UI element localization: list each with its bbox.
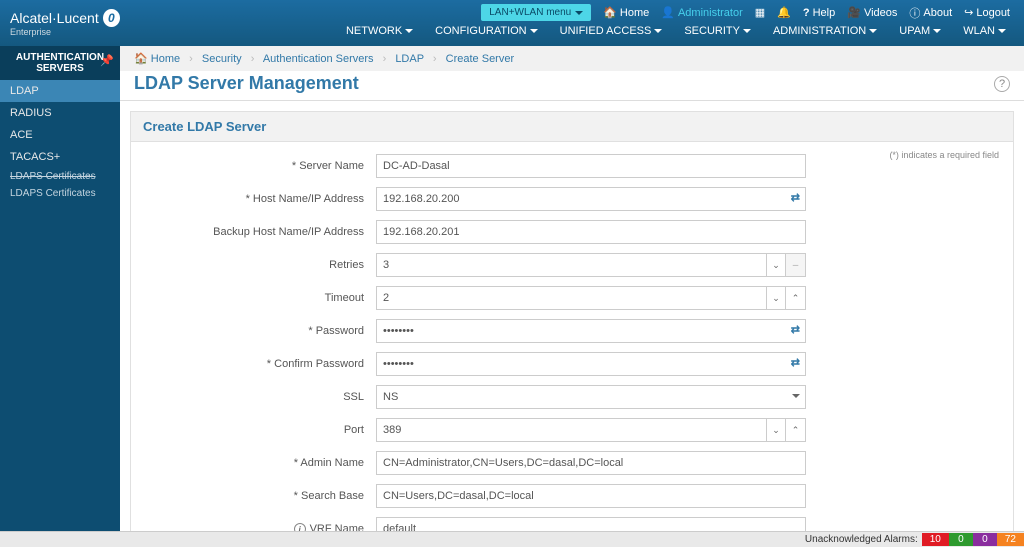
timeout-down[interactable]: ⌄ — [766, 286, 786, 310]
sidebar-item-tacacs[interactable]: TACACS+ — [0, 146, 120, 168]
label-retries: Retries — [151, 259, 376, 271]
confirm-password-toggle-icon[interactable]: ⇄ — [791, 356, 800, 369]
menu-wlan[interactable]: WLAN — [963, 25, 1006, 37]
info-icon[interactable]: i — [294, 523, 306, 531]
home-link[interactable]: 🏠Home — [603, 6, 649, 19]
input-retries[interactable] — [376, 253, 766, 277]
crumb-create-server: Create Server — [446, 53, 514, 65]
input-confirm-password[interactable] — [376, 352, 806, 376]
label-search-base: * Search Base — [151, 490, 376, 502]
label-host: * Host Name/IP Address — [151, 193, 376, 205]
info-icon: ⓘ — [909, 5, 920, 21]
page-title: LDAP Server Management — [134, 73, 359, 94]
help-link[interactable]: ?Help — [803, 7, 835, 19]
create-ldap-panel: Create LDAP Server (*) indicates a requi… — [130, 111, 1014, 531]
retries-dash: – — [786, 253, 806, 277]
sidebar-sub-ldaps-certs-2[interactable]: LDAPS Certificates — [0, 185, 120, 202]
input-vrf-name[interactable] — [376, 517, 806, 531]
port-up[interactable]: ⌃ — [786, 418, 806, 442]
label-confirm-password: * Confirm Password — [151, 358, 376, 370]
alarm-footer: Unacknowledged Alarms: 10 0 0 72 — [0, 531, 1024, 547]
administrator-link[interactable]: 👤Administrator — [661, 6, 743, 19]
top-bar: Alcatel·Lucent 0 Enterprise LAN+WLAN men… — [0, 0, 1024, 46]
menu-security[interactable]: SECURITY — [684, 25, 751, 37]
page-help-icon[interactable]: ? — [994, 76, 1010, 92]
brand-subtext: Enterprise — [10, 27, 120, 37]
required-note: (*) indicates a required field — [889, 150, 999, 160]
sidebar-item-radius[interactable]: RADIUS — [0, 102, 120, 124]
sidebar: AUTHENTICATION SERVERS 📌 LDAP RADIUS ACE… — [0, 46, 120, 531]
menu-network[interactable]: NETWORK — [346, 25, 413, 37]
input-backup-host[interactable] — [376, 220, 806, 244]
label-port: Port — [151, 424, 376, 436]
brand-logo-icon: 0 — [103, 9, 120, 27]
menu-upam[interactable]: UPAM — [899, 25, 941, 37]
alarm-ok[interactable]: 0 — [949, 533, 973, 546]
logout-icon: ↪ — [964, 6, 973, 19]
main-area: 🏠 Home › Security › Authentication Serve… — [120, 46, 1024, 531]
user-icon: 👤 — [661, 6, 675, 19]
sidebar-sub-ldaps-certs-1[interactable]: LDAPS Certificates — [0, 168, 120, 185]
breadcrumb: 🏠 Home › Security › Authentication Serve… — [120, 46, 1024, 71]
select-ssl[interactable] — [376, 385, 806, 409]
timeout-up[interactable]: ⌃ — [786, 286, 806, 310]
port-down[interactable]: ⌄ — [766, 418, 786, 442]
panel-title: Create LDAP Server — [131, 112, 1013, 142]
password-toggle-icon[interactable]: ⇄ — [791, 323, 800, 336]
input-timeout[interactable] — [376, 286, 766, 310]
input-server-name[interactable] — [376, 154, 806, 178]
sidebar-item-ldap[interactable]: LDAP — [0, 80, 120, 102]
label-timeout: Timeout — [151, 292, 376, 304]
menu-configuration[interactable]: CONFIGURATION — [435, 25, 537, 37]
home-icon: 🏠 — [603, 6, 617, 19]
label-admin-name: * Admin Name — [151, 457, 376, 469]
retries-down[interactable]: ⌄ — [766, 253, 786, 277]
label-ssl: SSL — [151, 391, 376, 403]
lan-wlan-menu[interactable]: LAN+WLAN menu — [481, 4, 591, 21]
logout-link[interactable]: ↪Logout — [964, 6, 1010, 19]
input-admin-name[interactable] — [376, 451, 806, 475]
menu-administration[interactable]: ADMINISTRATION — [773, 25, 877, 37]
pin-icon[interactable]: 📌 — [100, 54, 114, 67]
label-vrf-name: i VRF Name — [151, 523, 376, 531]
alarm-minor[interactable]: 72 — [997, 533, 1024, 546]
label-server-name: * Server Name — [151, 160, 376, 172]
top-utility-nav: LAN+WLAN menu 🏠Home 👤Administrator ▦ 🔔 ?… — [120, 0, 1024, 21]
crumb-ldap[interactable]: LDAP — [395, 53, 424, 65]
input-host[interactable] — [376, 187, 806, 211]
label-password: * Password — [151, 325, 376, 337]
host-resolve-icon[interactable]: ⇄ — [791, 191, 800, 204]
brand-text: Alcatel·Lucent — [10, 10, 99, 26]
input-password[interactable] — [376, 319, 806, 343]
alarm-label: Unacknowledged Alarms: — [805, 534, 918, 545]
alarm-critical[interactable]: 10 — [922, 533, 949, 546]
brand: Alcatel·Lucent 0 Enterprise — [0, 0, 120, 46]
video-icon: 🎥 — [847, 6, 861, 19]
sidebar-item-ace[interactable]: ACE — [0, 124, 120, 146]
sidebar-header: AUTHENTICATION SERVERS 📌 — [0, 46, 120, 80]
bell-icon[interactable]: 🔔 — [777, 6, 791, 19]
about-link[interactable]: ⓘAbout — [909, 5, 952, 21]
chevron-down-icon — [575, 11, 583, 15]
main-menu: NETWORK CONFIGURATION UNIFIED ACCESS SEC… — [120, 21, 1024, 43]
videos-link[interactable]: 🎥Videos — [847, 6, 897, 19]
crumb-home[interactable]: 🏠 Home — [134, 53, 180, 65]
input-port[interactable] — [376, 418, 766, 442]
alarm-major[interactable]: 0 — [973, 533, 997, 546]
label-backup-host: Backup Host Name/IP Address — [151, 226, 376, 238]
menu-unified-access[interactable]: UNIFIED ACCESS — [560, 25, 663, 37]
crumb-security[interactable]: Security — [202, 53, 242, 65]
input-search-base[interactable] — [376, 484, 806, 508]
grid-icon[interactable]: ▦ — [755, 6, 765, 19]
crumb-auth-servers[interactable]: Authentication Servers — [263, 53, 374, 65]
